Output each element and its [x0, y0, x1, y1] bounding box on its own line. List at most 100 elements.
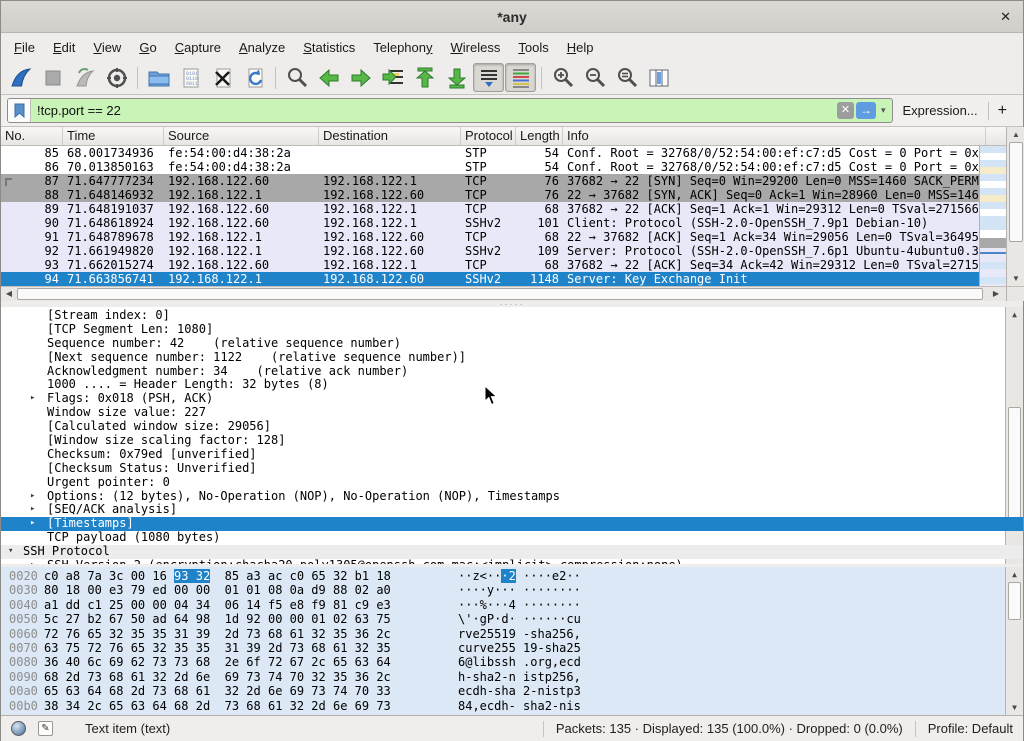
- column-header-time[interactable]: Time: [63, 127, 164, 145]
- find-packet-button[interactable]: [281, 63, 312, 92]
- detail-line[interactable]: ▸[SEQ/ACK analysis]: [1, 503, 1023, 517]
- column-header-destination[interactable]: Destination: [319, 127, 461, 145]
- packet-row-93[interactable]: 9371.662015274192.168.122.60192.168.122.…: [1, 258, 979, 272]
- column-header-length[interactable]: Length: [516, 127, 563, 145]
- menu-view[interactable]: View: [84, 35, 130, 60]
- menu-file[interactable]: File: [5, 35, 44, 60]
- zoom-in-button[interactable]: [547, 63, 578, 92]
- packet-row-87[interactable]: 8771.647777234192.168.122.60192.168.122.…: [1, 174, 979, 188]
- hex-row-0090[interactable]: 009068 2d 73 68 61 32 2d 6e 69 73 74 70 …: [1, 670, 1023, 684]
- hex-row-0050[interactable]: 00505c 27 b2 67 50 ad 64 98 1d 92 00 00 …: [1, 612, 1023, 626]
- zoom-100-button[interactable]: [611, 63, 642, 92]
- go-last-button[interactable]: [441, 63, 472, 92]
- menu-statistics[interactable]: Statistics: [294, 35, 364, 60]
- open-file-button[interactable]: [143, 63, 174, 92]
- column-header-protocol[interactable]: Protocol: [461, 127, 516, 145]
- menu-help[interactable]: Help: [558, 35, 603, 60]
- start-capture-button[interactable]: [5, 63, 36, 92]
- detail-line[interactable]: [Next sequence number: 1122 (relative se…: [1, 351, 1023, 365]
- menu-go[interactable]: Go: [130, 35, 165, 60]
- stop-capture-button[interactable]: [37, 63, 68, 92]
- hex-row-0060[interactable]: 006072 76 65 32 35 35 31 39 2d 73 68 61 …: [1, 627, 1023, 641]
- hex-row-00b0[interactable]: 00b038 34 2c 65 63 64 68 2d 73 68 61 32 …: [1, 699, 1023, 713]
- capture-comment-icon[interactable]: ✎: [38, 721, 53, 736]
- expand-icon[interactable]: ▸: [30, 392, 35, 406]
- hex-row-0030[interactable]: 003080 18 00 e3 79 ed 00 00 01 01 08 0a …: [1, 583, 1023, 597]
- detail-line[interactable]: [Window size scaling factor: 128]: [1, 434, 1023, 448]
- go-forward-button[interactable]: [345, 63, 376, 92]
- detail-line[interactable]: Acknowledgment number: 34 (relative ack …: [1, 365, 1023, 379]
- hex-row-0070[interactable]: 007063 75 72 76 65 32 35 35 31 39 2d 73 …: [1, 641, 1023, 655]
- go-back-button[interactable]: [313, 63, 344, 92]
- detail-line[interactable]: Checksum: 0x79ed [unverified]: [1, 448, 1023, 462]
- column-header-no[interactable]: No.: [1, 127, 63, 145]
- scroll-up-icon[interactable]: ▲: [1007, 128, 1024, 141]
- reload-file-button[interactable]: [239, 63, 270, 92]
- column-header-info[interactable]: Info: [563, 127, 986, 145]
- close-icon[interactable]: ✕: [1000, 9, 1011, 25]
- add-filter-button[interactable]: +: [989, 102, 1017, 120]
- menu-wireless[interactable]: Wireless: [442, 35, 510, 60]
- scroll-left-icon[interactable]: ◀: [3, 287, 15, 300]
- save-file-button[interactable]: 010101100011: [175, 63, 206, 92]
- detail-line[interactable]: Sequence number: 42 (relative sequence n…: [1, 337, 1023, 351]
- filter-clear-icon[interactable]: ✕: [837, 102, 854, 119]
- scroll-right-icon[interactable]: ▶: [990, 287, 1002, 300]
- detail-line[interactable]: [TCP Segment Len: 1080]: [1, 323, 1023, 337]
- expand-icon[interactable]: ▸: [30, 490, 35, 504]
- detail-line[interactable]: ▸Options: (12 bytes), No-Operation (NOP)…: [1, 490, 1023, 504]
- packet-row-85[interactable]: 8568.001734936fe:54:00:d4:38:2aSTP54Conf…: [1, 146, 979, 160]
- filter-dropdown-icon[interactable]: ▾: [876, 105, 892, 116]
- packet-row-92[interactable]: 9271.661949820192.168.122.1192.168.122.6…: [1, 244, 979, 258]
- resize-columns-button[interactable]: [643, 63, 674, 92]
- detail-line[interactable]: 1000 .... = Header Length: 32 bytes (8): [1, 378, 1023, 392]
- hex-row-00a0[interactable]: 00a065 63 64 68 2d 73 68 61 32 2d 6e 69 …: [1, 684, 1023, 698]
- packet-row-86[interactable]: 8670.013850163fe:54:00:d4:38:2aSTP54Conf…: [1, 160, 979, 174]
- restart-capture-button[interactable]: [69, 63, 100, 92]
- expand-icon[interactable]: ▸: [30, 503, 35, 517]
- capture-options-button[interactable]: [101, 63, 132, 92]
- hex-row-0080[interactable]: 008036 40 6c 69 62 73 73 68 2e 6f 72 67 …: [1, 655, 1023, 669]
- detail-line[interactable]: [Stream index: 0]: [1, 309, 1023, 323]
- menu-tools[interactable]: Tools: [509, 35, 557, 60]
- packet-row-90[interactable]: 9071.648618924192.168.122.60192.168.122.…: [1, 216, 979, 230]
- packet-row-88[interactable]: 8871.648146932192.168.122.1192.168.122.6…: [1, 188, 979, 202]
- title-bar[interactable]: *any ✕: [1, 1, 1023, 33]
- filter-value[interactable]: !tcp.port == 22: [31, 103, 837, 118]
- hex-row-0040[interactable]: 0040a1 dd c1 25 00 00 04 34 06 14 f5 e8 …: [1, 598, 1023, 612]
- detail-line[interactable]: [Checksum Status: Unverified]: [1, 462, 1023, 476]
- packet-row-94[interactable]: 9471.663856741192.168.122.1192.168.122.6…: [1, 272, 979, 286]
- display-filter-input[interactable]: !tcp.port == 22 ✕ → ▾: [7, 98, 893, 123]
- menu-telephony[interactable]: Telephony: [364, 35, 441, 60]
- detail-line[interactable]: Urgent pointer: 0: [1, 476, 1023, 490]
- packet-list-vscrollbar[interactable]: ▲ ▼: [1006, 127, 1024, 286]
- auto-scroll-button[interactable]: [473, 63, 504, 92]
- zoom-out-button[interactable]: [579, 63, 610, 92]
- menu-capture[interactable]: Capture: [166, 35, 230, 60]
- menu-edit[interactable]: Edit: [44, 35, 84, 60]
- filter-bookmark-icon[interactable]: [8, 99, 31, 122]
- detail-line[interactable]: TCP payload (1080 bytes): [1, 531, 1023, 545]
- packet-row-91[interactable]: 9171.648789678192.168.122.1192.168.122.6…: [1, 230, 979, 244]
- expand-icon[interactable]: ▸: [30, 517, 35, 531]
- packet-list-minimap[interactable]: [979, 146, 1006, 286]
- detail-line[interactable]: Window size value: 227: [1, 406, 1023, 420]
- colorize-button[interactable]: [505, 63, 536, 92]
- go-first-button[interactable]: [409, 63, 440, 92]
- close-file-button[interactable]: [207, 63, 238, 92]
- scroll-down-icon[interactable]: ▼: [1007, 272, 1024, 285]
- vscroll-thumb[interactable]: [1009, 142, 1023, 242]
- detail-line[interactable]: ▸[Timestamps]: [1, 517, 1023, 531]
- collapse-icon[interactable]: ▾: [8, 545, 13, 559]
- expression-button[interactable]: Expression...: [893, 103, 988, 118]
- detail-line[interactable]: ▾SSH Protocol: [1, 545, 1023, 559]
- expert-info-icon[interactable]: [11, 721, 26, 736]
- packet-row-89[interactable]: 8971.648191037192.168.122.60192.168.122.…: [1, 202, 979, 216]
- menu-analyze[interactable]: Analyze: [230, 35, 294, 60]
- go-to-packet-button[interactable]: [377, 63, 408, 92]
- hex-row-0020[interactable]: 0020c0 a8 7a 3c 00 16 93 32 85 a3 ac c0 …: [1, 569, 1023, 583]
- detail-line[interactable]: ▸Flags: 0x018 (PSH, ACK): [1, 392, 1023, 406]
- profile-text[interactable]: Profile: Default: [928, 721, 1013, 736]
- column-header-source[interactable]: Source: [164, 127, 319, 145]
- filter-apply-icon[interactable]: →: [856, 102, 876, 119]
